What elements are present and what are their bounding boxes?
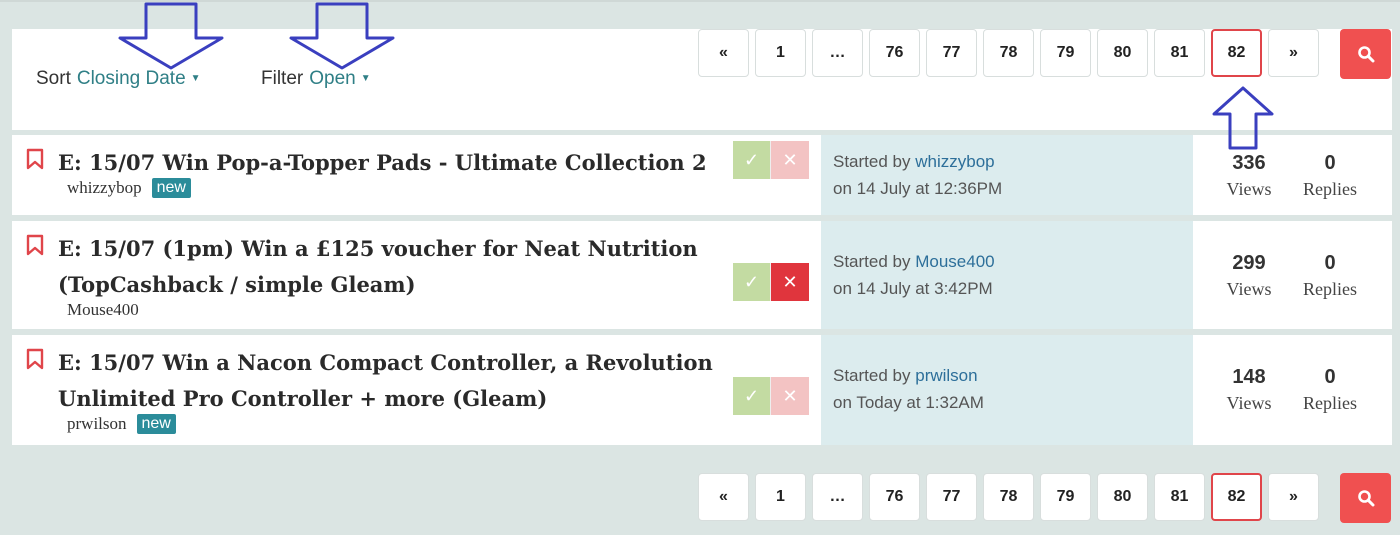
topic-author-line: Mouse400 [67,300,139,320]
topic-author[interactable]: Mouse400 [67,300,139,320]
up-arrow-icon [1212,86,1274,150]
page-button[interactable]: 1 [755,473,806,521]
topic-author-line: prwilson new [67,414,176,434]
started-by-user[interactable]: whizzybop [915,152,994,171]
replies-count: 0 [1324,152,1336,174]
started-by-label: Started by [833,252,911,271]
x-icon[interactable]: ✕ [771,141,809,179]
topic-author-line: whizzybop new [67,178,191,198]
page-next-button[interactable]: » [1268,473,1319,521]
page-button[interactable]: 81 [1154,29,1205,77]
views-stat: 336 Views [1204,152,1294,200]
sort-dropdown[interactable]: Sort Closing Date ▼ [36,68,201,90]
topic-title[interactable]: E: 15/07 Win a Nacon Compact Controller,… [58,345,778,417]
topic-title[interactable]: E: 15/07 Win Pop-a-Topper Pads - Ultimat… [58,145,778,181]
x-icon[interactable]: ✕ [771,263,809,301]
page-button[interactable]: 80 [1097,29,1148,77]
caret-down-icon: ▼ [360,73,371,84]
new-badge: new [151,178,191,198]
bookmark-icon[interactable] [26,348,44,370]
sort-label: Sort [36,68,71,89]
filter-dropdown[interactable]: Filter Open ▼ [261,68,371,90]
page-ellipsis: … [812,29,863,77]
search-button[interactable] [1340,473,1391,523]
page-prev-button[interactable]: « [698,29,749,77]
started-by-line: Started by prwilson [833,366,978,386]
started-by-cell: Started by prwilson on Today at 1:32AM [821,335,1193,445]
pagination-top: « 1 … 76 77 78 79 80 81 82 » [698,29,1392,79]
page-button[interactable]: 81 [1154,473,1205,521]
replies-count: 0 [1324,366,1336,388]
page-button[interactable]: 1 [755,29,806,77]
started-date: on 14 July at 3:42PM [833,279,993,298]
started-date: on 14 July at 12:36PM [833,179,1003,198]
started-date: on Today at 1:32AM [833,393,984,412]
pagination-bottom: « 1 … 76 77 78 79 80 81 82 » [698,473,1392,523]
page-button[interactable]: 78 [983,473,1034,521]
caret-down-icon: ▼ [190,73,201,84]
topic-author[interactable]: prwilson [67,414,127,434]
search-button[interactable] [1340,29,1391,79]
sort-value[interactable]: Closing Date [77,68,186,89]
replies-stat: 0 Replies [1285,366,1375,414]
views-stat: 148 Views [1204,366,1294,414]
page-button[interactable]: 77 [926,473,977,521]
page-button[interactable]: 76 [869,29,920,77]
topic-row[interactable]: E: 15/07 Win Pop-a-Topper Pads - Ultimat… [12,135,1392,215]
replies-stat: 0 Replies [1285,152,1375,200]
views-count: 299 [1232,252,1266,274]
check-icon[interactable]: ✓ [733,377,771,415]
started-by-line: Started by Mouse400 [833,252,995,272]
replies-label: Replies [1303,279,1357,299]
started-by-user[interactable]: Mouse400 [915,252,994,271]
started-by-user[interactable]: prwilson [915,366,977,385]
started-by-label: Started by [833,366,911,385]
down-arrow-icon [289,2,395,70]
filter-label: Filter [261,68,304,89]
new-badge: new [136,414,176,434]
replies-label: Replies [1303,393,1357,413]
page-button[interactable]: 80 [1097,473,1148,521]
topic-author[interactable]: whizzybop [67,178,142,198]
started-by-cell: Started by Mouse400 on 14 July at 3:42PM [821,221,1193,329]
topic-row[interactable]: E: 15/07 Win a Nacon Compact Controller,… [12,335,1392,445]
vote-buttons: ✓ ✕ [733,263,809,301]
page-ellipsis: … [812,473,863,521]
check-icon[interactable]: ✓ [733,263,771,301]
started-by-label: Started by [833,152,911,171]
search-icon [1357,46,1374,63]
vote-buttons: ✓ ✕ [733,141,809,179]
views-stat: 299 Views [1204,252,1294,300]
started-by-line: Started by whizzybop [833,152,995,172]
page-button-current[interactable]: 82 [1211,473,1262,521]
page-button[interactable]: 79 [1040,473,1091,521]
page-button[interactable]: 79 [1040,29,1091,77]
page-button[interactable]: 77 [926,29,977,77]
views-label: Views [1226,279,1272,299]
topic-title[interactable]: E: 15/07 (1pm) Win a £125 voucher for Ne… [58,231,778,303]
started-by-cell: Started by whizzybop on 14 July at 12:36… [821,135,1193,215]
filter-value[interactable]: Open [309,68,355,89]
bookmark-icon[interactable] [26,234,44,256]
page-prev-button[interactable]: « [698,473,749,521]
views-count: 336 [1232,152,1266,174]
replies-count: 0 [1324,252,1336,274]
topic-row[interactable]: E: 15/07 (1pm) Win a £125 voucher for Ne… [12,221,1392,329]
views-label: Views [1226,393,1272,413]
check-icon[interactable]: ✓ [733,141,771,179]
bookmark-icon[interactable] [26,148,44,170]
views-count: 148 [1232,366,1266,388]
page-button-current[interactable]: 82 [1211,29,1262,77]
page-next-button[interactable]: » [1268,29,1319,77]
x-icon[interactable]: ✕ [771,377,809,415]
views-label: Views [1226,179,1272,199]
down-arrow-icon [118,2,224,70]
vote-buttons: ✓ ✕ [733,377,809,415]
replies-stat: 0 Replies [1285,252,1375,300]
page-button[interactable]: 78 [983,29,1034,77]
page-button[interactable]: 76 [869,473,920,521]
replies-label: Replies [1303,179,1357,199]
search-icon [1357,490,1374,507]
